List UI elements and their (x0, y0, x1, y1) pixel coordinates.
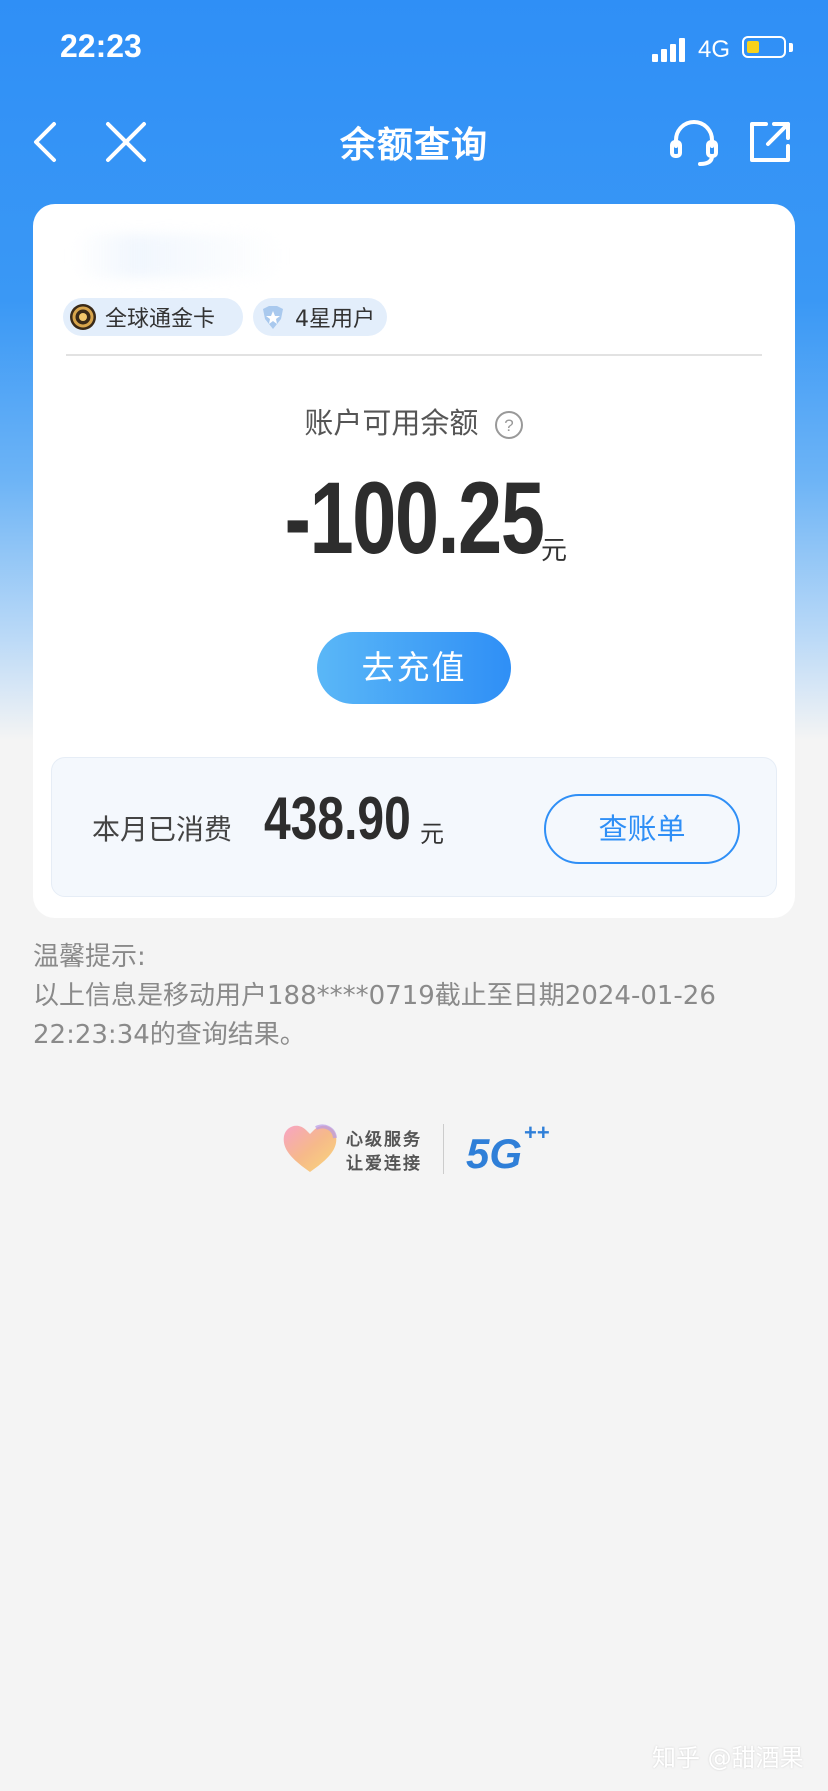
divider (66, 354, 762, 356)
tips-line-2: 22:23:34的查询结果。 (33, 1020, 306, 1050)
balance-card: 全球通金卡 4星用户 账户可用余额 ? -100.25 元 去充值 本月已消费 … (33, 204, 795, 918)
tag-gold-card: 全球通金卡 (63, 298, 243, 336)
user-name-redacted (73, 234, 283, 278)
share-icon[interactable] (744, 116, 796, 168)
svg-text:++: ++ (524, 1120, 550, 1145)
heart-logo-icon (283, 1124, 337, 1172)
gold-card-icon (70, 304, 96, 330)
tips: 温馨提示: 以上信息是移动用户188****0719截止至日期2024-01-2… (33, 938, 773, 1055)
network-type: 4G (698, 36, 731, 63)
slogan-line-1: 心级服务 (346, 1130, 422, 1150)
help-icon[interactable]: ? (494, 410, 524, 440)
recharge-button[interactable]: 去充值 (317, 632, 511, 704)
balance-amount: -100.25 (284, 461, 545, 575)
watermark: 知乎 @甜酒果 (652, 1744, 804, 1772)
consume-amount: 438.90 (264, 785, 411, 852)
tips-line-1: 以上信息是移动用户188****0719截止至日期2024-01-26 (33, 981, 716, 1011)
consume-label: 本月已消费 (92, 813, 233, 846)
monthly-consumption-panel: 本月已消费 438.90 元 查账单 (51, 757, 777, 897)
consume-unit: 元 (420, 820, 444, 848)
battery-tip (789, 43, 793, 52)
status-time: 22:23 (60, 28, 142, 64)
balance-unit: 元 (541, 536, 568, 566)
brand-logo: 心级服务 让爱连接 5G ++ (280, 1118, 560, 1178)
5g-logo-icon: 5G ++ (466, 1120, 550, 1177)
balance-label: 账户可用余额 (304, 406, 479, 440)
svg-text:5G: 5G (466, 1130, 522, 1177)
tips-title: 温馨提示: (33, 942, 146, 972)
balance-label-row: 账户可用余额 ? (33, 400, 795, 442)
slogan-line-2: 让爱连接 (346, 1154, 422, 1174)
tag-label: 4星用户 (295, 307, 375, 332)
battery-level (747, 41, 759, 53)
customer-service-icon[interactable] (668, 116, 720, 168)
brand-slogan: 心级服务 让爱连接 (346, 1128, 422, 1176)
nav-bar: 余额查询 (0, 100, 828, 180)
svg-text:?: ? (504, 416, 513, 435)
battery-icon (742, 36, 786, 58)
brand-divider (443, 1124, 444, 1174)
view-bill-button[interactable]: 查账单 (544, 794, 740, 864)
tag-label: 全球通金卡 (105, 307, 216, 332)
star-badge-icon (263, 306, 283, 329)
tag-star-user: 4星用户 (253, 298, 387, 336)
status-bar: 22:23 4G (0, 0, 828, 100)
balance-row: -100.25 元 (33, 460, 795, 577)
signal-icon (652, 38, 688, 62)
